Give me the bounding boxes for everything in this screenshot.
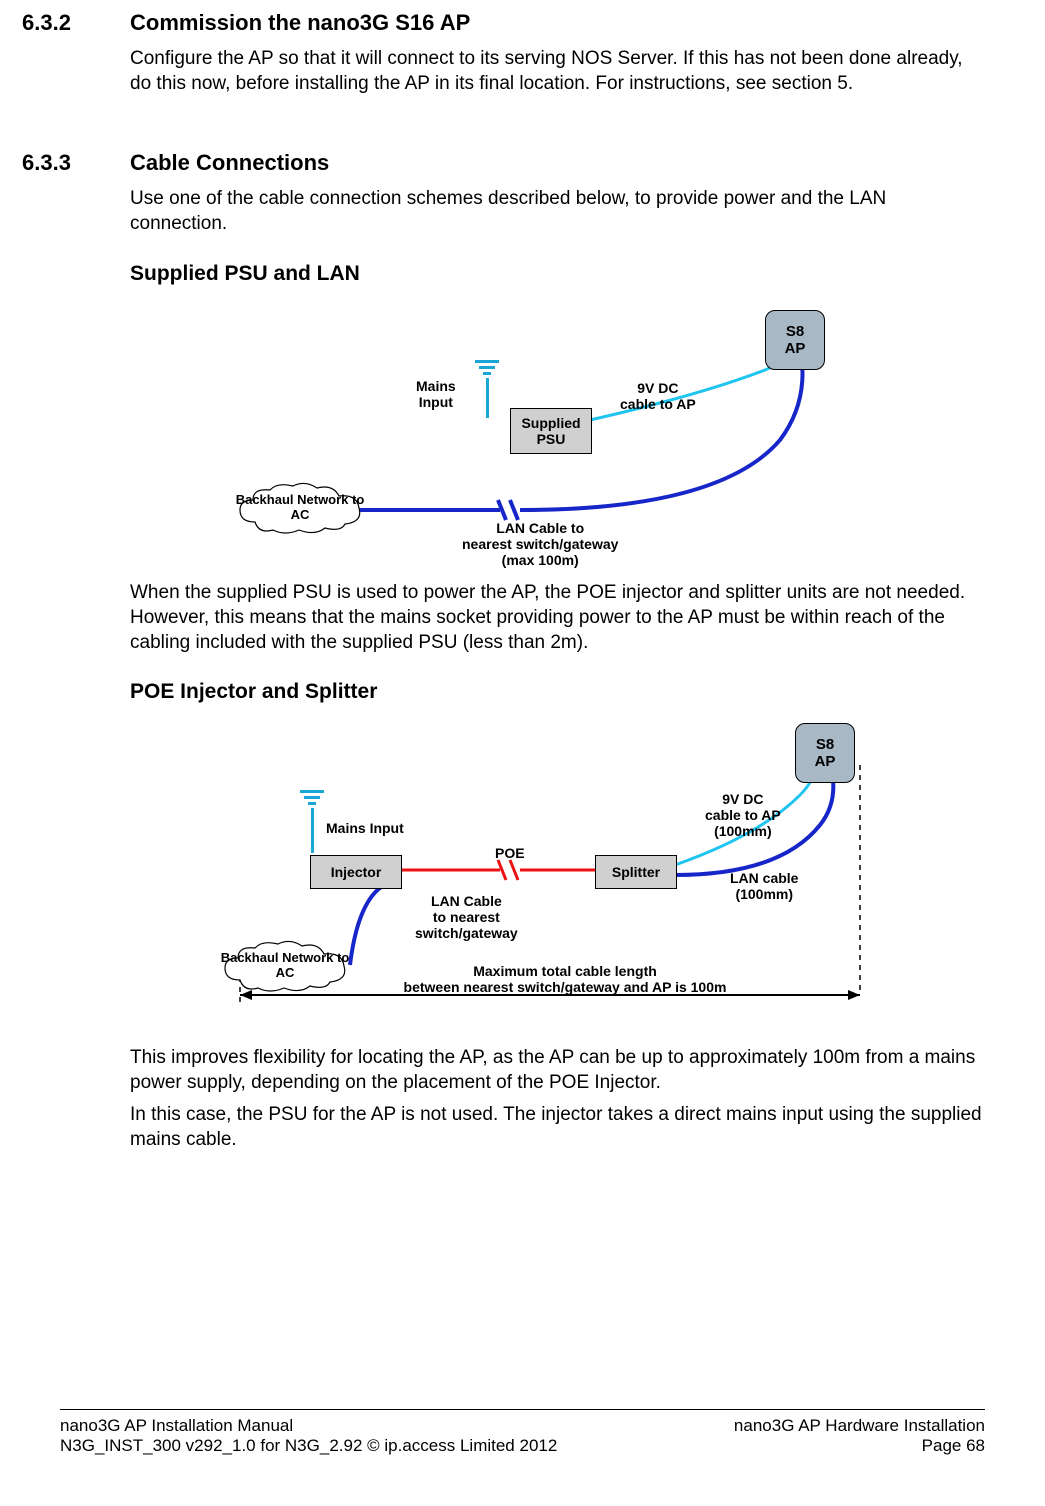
footer-page: Page 68 — [734, 1436, 985, 1456]
box-supplied-psu: Supplied PSU — [510, 408, 592, 454]
box-s8-ap: S8 AP — [795, 723, 855, 783]
subsection-body: When the supplied PSU is used to power t… — [130, 580, 985, 655]
label-lan-100mm: LAN cable (100mm) — [730, 870, 798, 902]
section-number: 6.3.2 — [22, 10, 71, 36]
footer-section: nano3G AP Hardware Installation — [734, 1416, 985, 1436]
label-mains: Mains Input — [326, 820, 404, 836]
box-injector: Injector — [310, 855, 402, 889]
label-mains: Mains Input — [416, 378, 456, 410]
mains-stem — [486, 378, 489, 418]
label-lan-nearest: LAN Cable to nearest switch/gateway — [415, 893, 518, 941]
subsection-body: In this case, the PSU for the AP is not … — [130, 1102, 985, 1152]
section-body: Configure the AP so that it will connect… — [130, 46, 985, 96]
subsection-title: Supplied PSU and LAN — [130, 262, 360, 286]
section-number: 6.3.3 — [22, 150, 71, 176]
footer-doc-version: N3G_INST_300 v292_1.0 for N3G_2.92 © ip.… — [60, 1436, 557, 1456]
section-title: Cable Connections — [130, 150, 329, 176]
subsection-body: This improves flexibility for locating t… — [130, 1045, 985, 1095]
box-splitter: Splitter — [595, 855, 677, 889]
label-9vdc: 9V DC cable to AP — [620, 380, 696, 412]
footer-doc-title: nano3G AP Installation Manual — [60, 1416, 557, 1436]
label-max-length: Maximum total cable length between neare… — [400, 963, 730, 995]
subsection-title: POE Injector and Splitter — [130, 680, 377, 704]
box-s8-ap: S8 AP — [765, 310, 825, 370]
cloud-backhaul: Backhaul Network to AC — [235, 482, 365, 534]
page-footer: nano3G AP Installation Manual N3G_INST_3… — [60, 1409, 985, 1456]
mains-stem — [311, 808, 314, 853]
cloud-backhaul: Backhaul Network to AC — [220, 940, 350, 992]
section-title: Commission the nano3G S16 AP — [130, 10, 470, 36]
section-body: Use one of the cable connection schemes … — [130, 186, 985, 236]
label-poe: POE — [495, 845, 525, 861]
label-9vdc: 9V DC cable to AP (100mm) — [705, 791, 781, 839]
label-lan: LAN Cable to nearest switch/gateway (max… — [462, 520, 618, 568]
